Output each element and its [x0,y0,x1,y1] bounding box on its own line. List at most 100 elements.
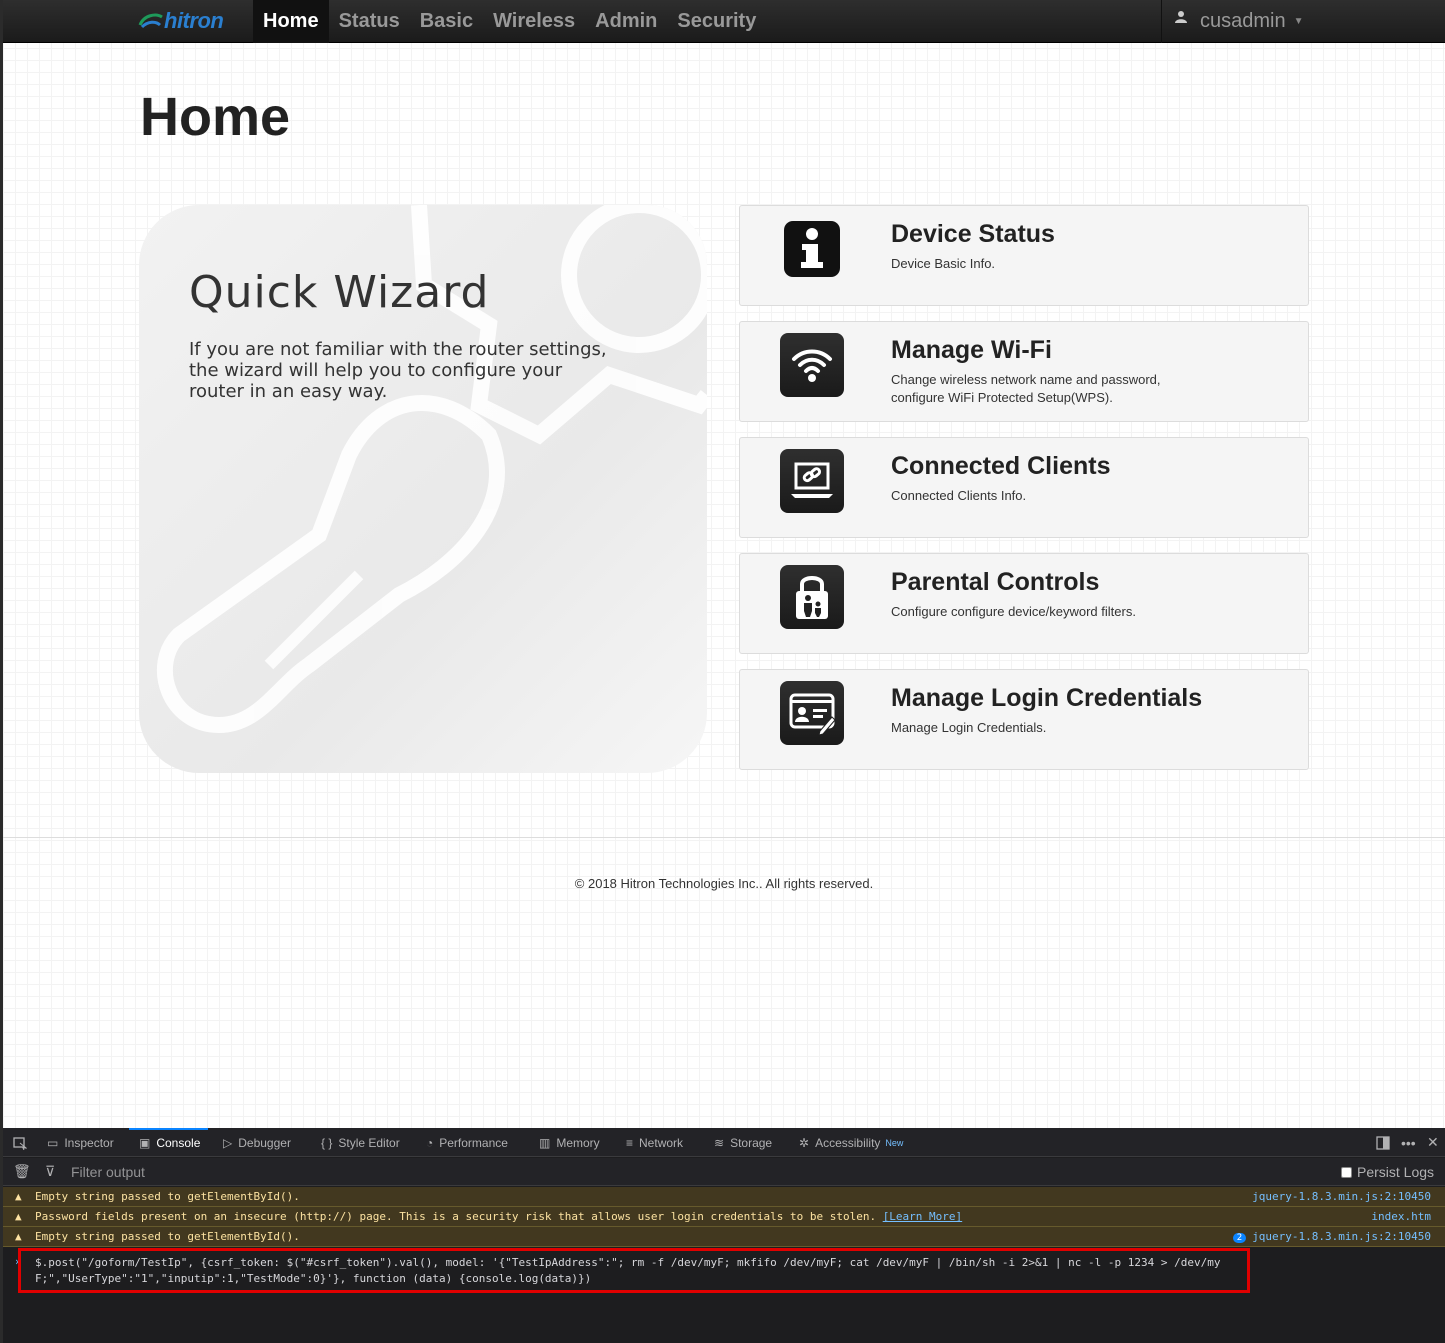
warning-icon: ▲ [15,1190,22,1203]
info-icon [780,217,844,281]
caret-down-icon: ▼ [1293,16,1304,27]
logo-text: hitron [164,8,224,33]
card-desc: Manage Login Credentials. [891,720,1047,735]
dock-button[interactable] [1376,1128,1390,1157]
card-parental-controls[interactable]: Parental Controls Configure configure de… [739,553,1309,654]
card-desc: Change wireless network name and passwor… [891,372,1161,405]
log-source-link[interactable]: jquery-1.8.3.min.js:2:10450 [1252,1190,1431,1203]
nav-basic[interactable]: Basic [410,0,483,43]
console-warning-row: ▲ Password fields present on an insecure… [3,1207,1445,1227]
main-menu: Home Status Basic Wireless Admin Securit… [253,0,766,43]
tab-storage[interactable]: ≋ Storage [714,1128,772,1157]
quick-wizard-panel[interactable]: Quick Wizard If you are not familiar wit… [139,205,707,773]
console-input-row[interactable]: » $.post("/goform/TestIp", {csrf_token: … [3,1248,1445,1340]
persist-logs-toggle[interactable]: Persist Logs [1341,1164,1434,1180]
footer-divider [3,837,1445,838]
id-card-icon [780,681,844,745]
tab-label: Network [639,1135,684,1150]
element-picker-button[interactable] [13,1128,27,1157]
tab-label: Debugger [238,1135,291,1150]
hitron-logo[interactable]: hitron [138,6,224,36]
card-title: Parental Controls [891,568,1100,596]
tab-console[interactable]: ▣ Console [128,1128,209,1157]
tab-accessibility[interactable]: ✲ Accessibility New [799,1128,903,1157]
more-options-button[interactable]: ••• [1401,1128,1416,1157]
user-menu[interactable]: cusadmin ▼ [1161,0,1311,43]
log-message: Empty string passed to getElementById(). [35,1190,300,1203]
tab-debugger[interactable]: ▷ Debugger [223,1128,291,1157]
console-icon: ▣ [139,1135,151,1150]
filter-input[interactable]: Filter output [71,1164,145,1180]
learn-more-link[interactable]: [Learn More] [883,1210,962,1223]
card-login-credentials[interactable]: Manage Login Credentials Manage Login Cr… [739,669,1309,770]
console-filter-bar: 🗑 ⊽ Filter output Persist Logs [3,1158,1445,1186]
persist-logs-label: Persist Logs [1357,1164,1435,1180]
tab-label: Style Editor [338,1135,400,1150]
tab-performance[interactable]: ◔ Performance [426,1128,508,1157]
tab-label: Console [156,1135,201,1150]
repeat-count-badge: 2 [1232,1233,1247,1243]
tab-label: Inspector [64,1135,114,1150]
close-icon: ✕ [1427,1134,1439,1150]
nav-wireless[interactable]: Wireless [483,0,585,43]
nav-home[interactable]: Home [253,0,329,43]
red-highlight-box [18,1248,1250,1293]
wizard-description: If you are not familiar with the router … [189,339,607,402]
warning-icon: ▲ [15,1210,22,1223]
log-source-link[interactable]: 2 jquery-1.8.3.min.js:2:10450 [1232,1230,1431,1243]
card-desc: Connected Clients Info. [891,488,1027,503]
source-text: jquery-1.8.3.min.js:2:10450 [1252,1230,1431,1243]
card-connected-clients[interactable]: Connected Clients Connected Clients Info… [739,437,1309,538]
log-message: Password fields present on an insecure (… [35,1210,962,1223]
username: cusadmin [1200,10,1286,32]
log-message: Empty string passed to getElementById(). [35,1230,300,1243]
new-badge: New [885,1137,904,1148]
card-desc: Configure configure device/keyword filte… [891,604,1136,619]
devtools-toolbar: ▭ Inspector ▣ Console ▷ Debugger { } Style E… [3,1128,1445,1157]
persist-logs-checkbox[interactable] [1341,1166,1352,1178]
tab-style-editor[interactable]: { } Style Editor [321,1128,400,1157]
router-admin-page: hitron Home Status Basic Wireless Admin … [3,0,1445,1128]
card-title: Connected Clients [891,452,1111,480]
tab-label: Performance [439,1135,508,1150]
warning-icon: ▲ [15,1230,22,1243]
user-icon [1175,10,1187,23]
copyright: © 2018 Hitron Technologies Inc.. All rig… [574,876,874,891]
top-navbar: hitron Home Status Basic Wireless Admin … [3,0,1445,43]
nav-status[interactable]: Status [329,0,410,43]
filter-icon: ⊽ [45,1163,56,1179]
tab-label: Memory [556,1135,600,1150]
card-title: Manage Login Credentials [891,684,1203,712]
wizard-title: Quick Wizard [189,267,490,318]
nav-security[interactable]: Security [667,0,766,43]
tab-inspector[interactable]: ▭ Inspector [47,1128,114,1157]
tab-network[interactable]: ≡ Network [626,1128,683,1157]
lock-family-icon [780,565,844,629]
tab-label: Storage [730,1135,773,1150]
card-title: Device Status [891,220,1055,248]
devtools-panel: ▭ Inspector ▣ Console ▷ Debugger { } Style E… [3,1128,1445,1343]
laptop-link-icon [780,449,844,513]
tab-memory[interactable]: ▥ Memory [539,1128,600,1157]
card-desc: Device Basic Info. [891,256,996,271]
log-source-link[interactable]: index.htm [1371,1210,1431,1223]
hitron-swirl-icon [138,13,163,29]
dock-icon [1376,1135,1390,1150]
close-devtools-button[interactable]: ✕ [1427,1128,1439,1157]
log-text: Password fields present on an insecure (… [35,1210,883,1223]
network-icon: ≡ [626,1135,634,1150]
inspector-icon: ▭ [47,1135,59,1150]
card-device-status[interactable]: Device Status Device Basic Info. [739,205,1309,306]
tab-label: Accessibility [815,1135,881,1150]
page-title: Home [140,87,291,147]
console-warning-row: ▲ Empty string passed to getElementById(… [3,1227,1445,1247]
braces-icon: { } [321,1135,333,1150]
chip-icon: ▥ [539,1135,551,1150]
picker-icon [13,1136,27,1150]
debugger-icon: ▷ [223,1135,233,1150]
gauge-icon: ◔ [426,1135,434,1150]
trash-icon[interactable]: 🗑 [13,1163,31,1180]
card-manage-wifi[interactable]: Manage Wi-Fi Change wireless network nam… [739,321,1309,422]
database-icon: ≋ [714,1135,725,1150]
nav-admin[interactable]: Admin [585,0,667,43]
